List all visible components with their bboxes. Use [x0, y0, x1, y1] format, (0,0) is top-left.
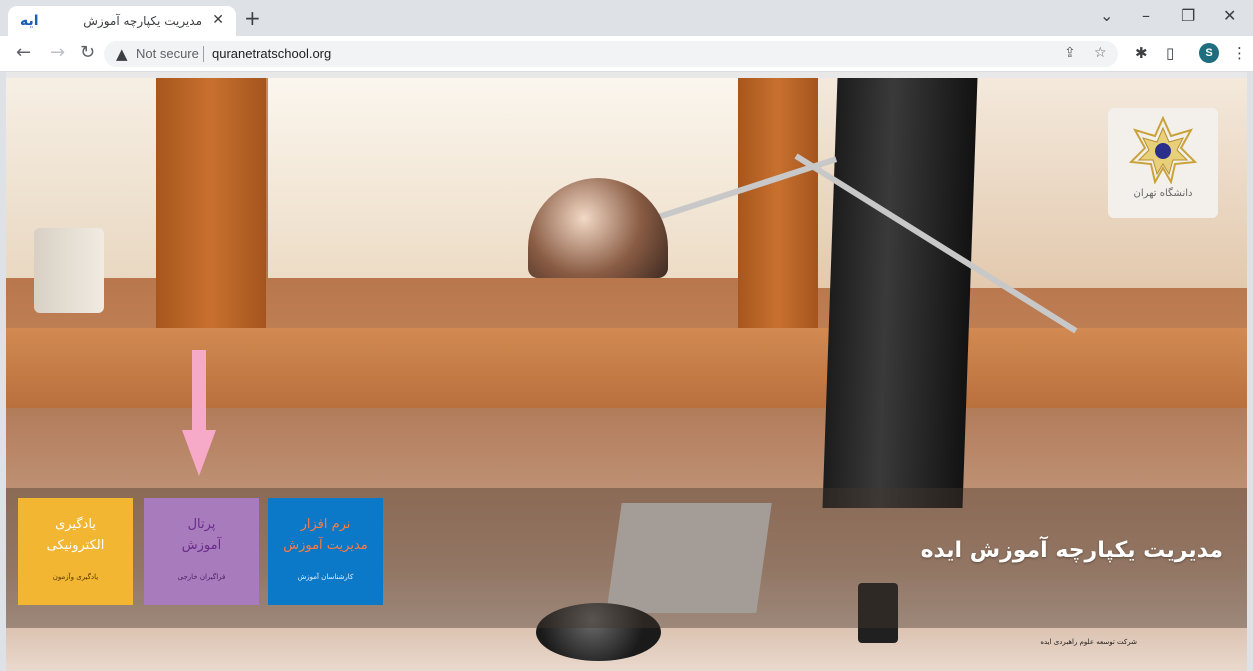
minimize-button[interactable]: –	[1142, 6, 1150, 25]
back-button[interactable]: ←	[16, 44, 31, 62]
tile-subtitle: کارشناسان آموزش	[297, 573, 354, 581]
close-window-button[interactable]: ✕	[1223, 6, 1236, 25]
url-text[interactable]: quranetratschool.org	[212, 46, 331, 61]
tab-title: مدیریت یکپارچه آموزش	[83, 14, 202, 28]
bookmark-star-icon[interactable]: ☆	[1094, 45, 1107, 61]
security-label[interactable]: Not secure	[136, 46, 199, 61]
tile-education-management-software[interactable]: نرم افزار مدیریت آموزش کارشناسان آموزش	[268, 498, 383, 605]
browser-tab[interactable]: ایه مدیریت یکپارچه آموزش ✕	[8, 6, 236, 36]
company-credit: شرکت توسعه علوم راهبردی ایده	[1040, 638, 1137, 646]
background-monitor	[822, 78, 978, 508]
tile-subtitle: یادگیری وآزمون	[52, 573, 99, 581]
tile-subtitle: فراگیران خارجی	[177, 573, 226, 581]
tile-title: یادگیری الکترونیکی	[46, 517, 105, 553]
tab-close-icon[interactable]: ✕	[212, 12, 224, 28]
reload-button[interactable]: ↻	[80, 44, 95, 62]
background-pillar	[738, 78, 818, 328]
tile-title: پرتال آموزش	[181, 517, 222, 553]
background-mug	[34, 228, 104, 313]
side-panel-icon[interactable]: ▯	[1166, 45, 1174, 61]
school-logo[interactable]: دانشگاه تهران	[1108, 108, 1218, 218]
restore-button[interactable]: ❐	[1181, 6, 1195, 25]
tile-title: نرم افزار مدیریت آموزش	[283, 517, 368, 553]
profile-avatar[interactable]: S	[1199, 43, 1219, 63]
background-pillar	[156, 78, 266, 328]
page-headline: مدیریت یکپارچه آموزش ایده	[920, 538, 1223, 563]
tile-education-portal[interactable]: پرتال آموزش فراگیران خارجی	[144, 498, 259, 605]
omnibox-divider	[203, 46, 204, 62]
forward-button[interactable]: →	[50, 44, 65, 62]
share-icon[interactable]: ⇪	[1064, 45, 1076, 61]
down-arrow-icon	[182, 350, 216, 476]
logo-caption: دانشگاه تهران	[1133, 188, 1193, 199]
warning-triangle-icon[interactable]: ▲	[116, 45, 128, 63]
hero-section: دانشگاه تهران یادگیری الکترونیکی یادگیری…	[6, 78, 1247, 671]
site-favicon: ایه	[20, 13, 39, 29]
tile-e-learning[interactable]: یادگیری الکترونیکی یادگیری وآزمون	[18, 498, 133, 605]
browser-toolbar: ← → ↻ ▲ Not secure quranetratschool.org …	[0, 36, 1253, 72]
tab-strip: ایه مدیریت یکپارچه آموزش ✕ + ⌄ – ❐ ✕	[0, 0, 1253, 36]
menu-icon[interactable]: ⋮	[1232, 45, 1247, 61]
extensions-icon[interactable]: ✱	[1135, 45, 1148, 61]
address-bar[interactable]: ▲ Not secure quranetratschool.org ⇪ ☆	[104, 41, 1118, 67]
tab-search-icon[interactable]: ⌄	[1100, 6, 1113, 25]
new-tab-button[interactable]: +	[244, 8, 261, 28]
rosette-icon	[1128, 116, 1198, 184]
